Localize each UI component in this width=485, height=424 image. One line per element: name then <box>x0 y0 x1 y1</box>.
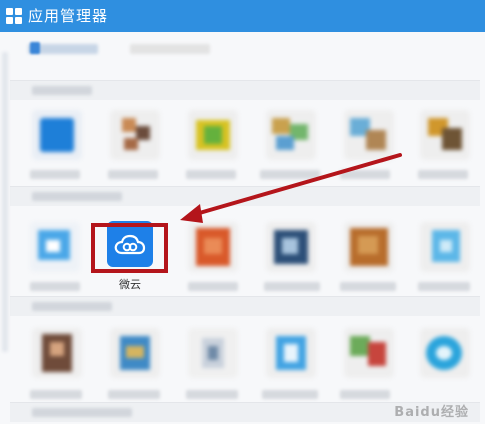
annotation-arrow <box>180 153 402 223</box>
watermark-text: Baidu经验 <box>394 405 469 420</box>
